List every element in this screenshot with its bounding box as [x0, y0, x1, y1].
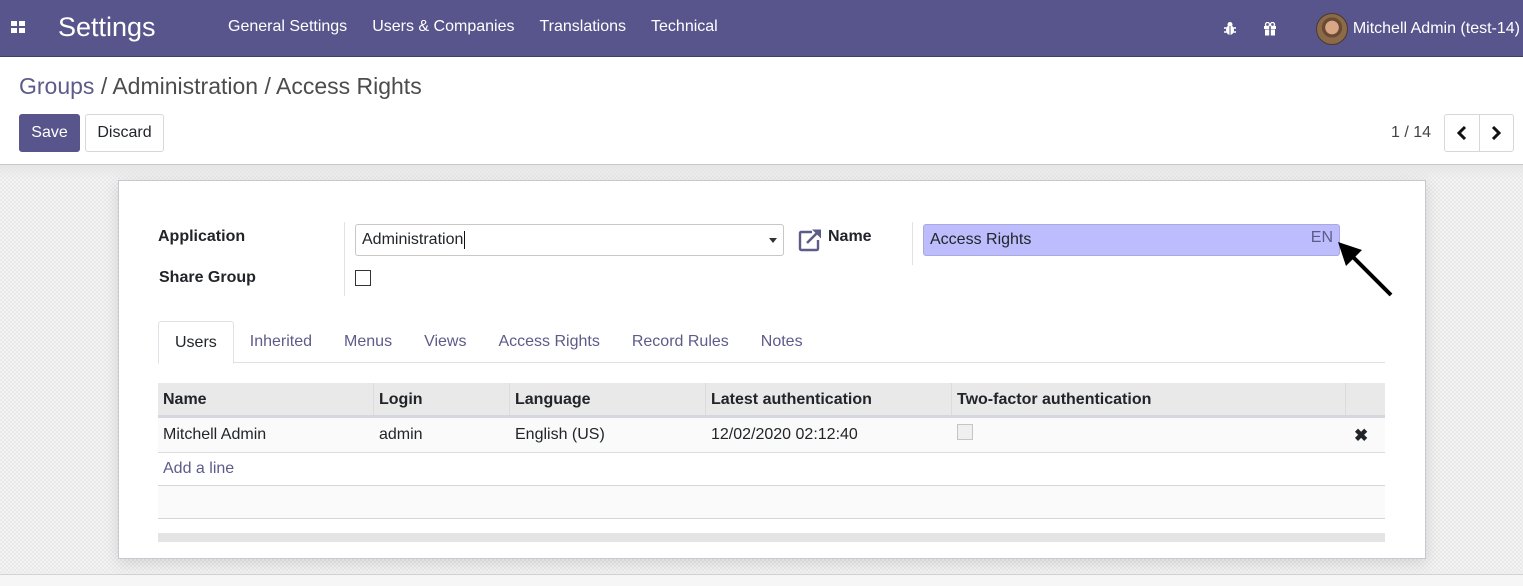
breadcrumb-groups[interactable]: Groups	[19, 73, 94, 99]
cell-login: admin	[379, 426, 423, 443]
main-menu: General Settings Users & Companies Trans…	[228, 18, 743, 36]
cell-latest-authentication: 12/02/2020 02:12:40	[711, 426, 858, 443]
add-a-line-link[interactable]: Add a line	[163, 460, 234, 477]
share-group-checkbox[interactable]	[355, 270, 371, 286]
breadcrumb-separator: /	[258, 73, 276, 99]
pager-value[interactable]: 1 / 14	[1391, 124, 1431, 142]
tab-menus[interactable]: Menus	[328, 321, 408, 363]
users-table: Name Login Language Latest authenticatio…	[158, 383, 1385, 542]
tab-inherited[interactable]: Inherited	[234, 321, 328, 363]
application-label: Application	[158, 228, 246, 245]
gift-icon[interactable]	[1262, 21, 1278, 37]
menu-technical[interactable]: Technical	[651, 18, 718, 36]
chevron-right-icon	[1492, 126, 1502, 140]
column-latest-authentication[interactable]: Latest authentication	[706, 383, 952, 415]
table-row[interactable]: Mitchell Admin admin English (US) 12/02/…	[158, 418, 1385, 453]
footer-strip	[0, 574, 1523, 586]
systray: Mitchell Admin (test-14)	[1222, 0, 1523, 57]
save-button[interactable]: Save	[19, 114, 80, 152]
cell-two-factor	[952, 418, 1346, 452]
application-value: Administration	[362, 231, 464, 248]
apps-grid-icon[interactable]	[11, 21, 26, 34]
discard-button[interactable]: Discard	[85, 114, 164, 152]
two-factor-checkbox	[957, 424, 973, 440]
delete-row-icon[interactable]: ✖	[1351, 426, 1368, 445]
share-group-label: Share Group	[159, 269, 256, 286]
add-line-row: Add a line	[158, 453, 1385, 486]
chevron-left-icon	[1456, 126, 1466, 140]
user-avatar[interactable]	[1315, 12, 1348, 45]
cell-language: English (US)	[515, 426, 605, 443]
field-separator	[344, 222, 345, 296]
tab-notes[interactable]: Notes	[745, 321, 819, 363]
pager-buttons	[1444, 114, 1514, 152]
table-header: Name Login Language Latest authenticatio…	[158, 383, 1385, 418]
field-separator	[912, 222, 913, 265]
bug-icon[interactable]	[1222, 21, 1238, 37]
column-name[interactable]: Name	[158, 383, 374, 415]
breadcrumb-current: Access Rights	[275, 73, 422, 99]
app-title: Settings	[58, 12, 156, 42]
menu-general-settings[interactable]: General Settings	[228, 18, 347, 36]
dropdown-caret-icon[interactable]	[769, 238, 777, 243]
column-actions	[1346, 383, 1385, 415]
menu-users-companies[interactable]: Users & Companies	[372, 18, 514, 36]
table-footer	[158, 533, 1385, 542]
tab-record-rules[interactable]: Record Rules	[616, 321, 745, 363]
top-navbar: Settings General Settings Users & Compan…	[0, 0, 1523, 57]
user-menu[interactable]: Mitchell Admin (test-14)	[1353, 20, 1520, 38]
external-link-icon[interactable]	[798, 228, 823, 252]
text-cursor	[464, 231, 466, 249]
pager-next-button[interactable]	[1478, 115, 1514, 151]
name-input[interactable]: Access Rights EN	[923, 224, 1340, 256]
translate-language-button[interactable]: EN	[1311, 229, 1333, 247]
menu-translations[interactable]: Translations	[539, 18, 626, 36]
breadcrumb-separator: /	[94, 73, 113, 99]
name-label: Name	[828, 228, 872, 245]
cell-name: Mitchell Admin	[163, 426, 267, 443]
application-select[interactable]: Administration	[355, 224, 784, 256]
cell-delete: ✖	[1346, 418, 1385, 452]
annotation-arrow-icon	[1338, 242, 1393, 297]
tab-views[interactable]: Views	[408, 321, 482, 363]
column-login[interactable]: Login	[374, 383, 510, 415]
tab-users[interactable]: Users	[158, 321, 234, 364]
breadcrumb: Groups / Administration / Access Rights	[19, 73, 422, 100]
pager-previous-button[interactable]	[1445, 115, 1479, 151]
name-value: Access Rights	[930, 231, 1032, 248]
empty-row	[158, 486, 1385, 519]
notebook-tabs: Users Inherited Menus Views Access Right…	[158, 321, 1385, 364]
breadcrumb-administration: Administration	[112, 73, 259, 99]
column-two-factor-authentication[interactable]: Two-factor authentication	[952, 383, 1346, 415]
tab-access-rights[interactable]: Access Rights	[482, 321, 615, 363]
column-language[interactable]: Language	[510, 383, 706, 415]
